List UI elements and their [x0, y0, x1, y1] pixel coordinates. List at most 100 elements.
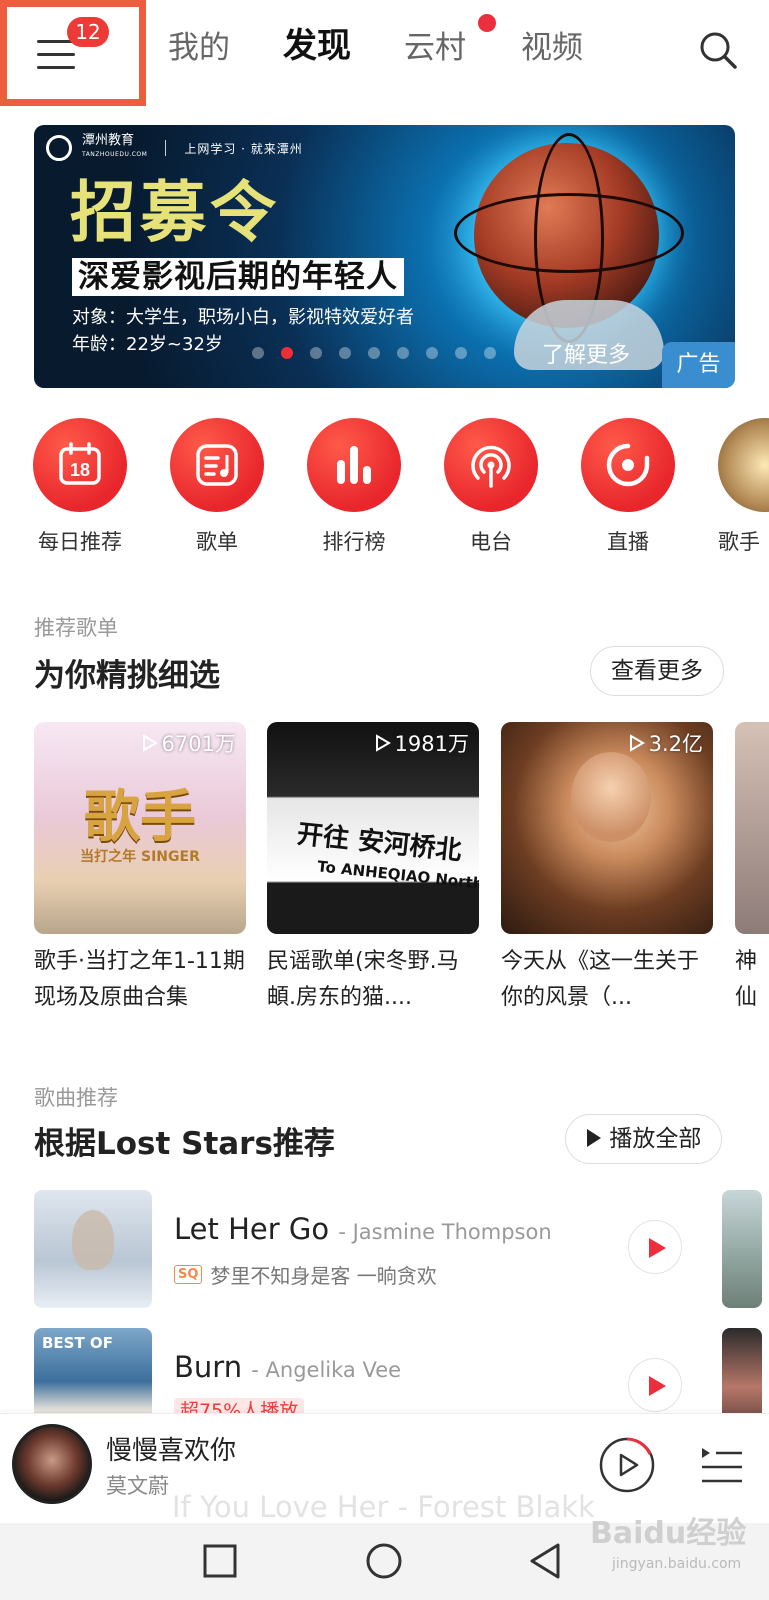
quick-singer[interactable]: 歌手	[710, 418, 769, 556]
next-song-cover	[722, 1190, 762, 1308]
live-icon	[606, 443, 650, 487]
carousel-dot[interactable]	[426, 347, 438, 359]
playlist-card[interactable]: 歌手 当打之年 SINGER 6701万 歌手·当打之年1-11期现场及原曲合集	[34, 722, 246, 1016]
song-play-button[interactable]	[628, 1220, 682, 1274]
song-row[interactable]: Let Her Go - Jasmine Thompson SQ 梦里不知身是客…	[34, 1190, 769, 1310]
carousel-dot-active[interactable]	[281, 347, 293, 359]
play-icon	[587, 1129, 601, 1147]
quick-label: 歌手	[718, 530, 760, 554]
banner-age-line: 年龄：22岁~32岁	[72, 334, 223, 355]
cover-subtitle-art: 当打之年 SINGER	[80, 849, 200, 865]
song-title: Let Her Go - Jasmine Thompson	[174, 1212, 552, 1246]
now-playing-artist: 莫文蔚	[106, 1474, 169, 1498]
tab-cloud-village[interactable]: 云村	[404, 26, 466, 70]
quick-live[interactable]: 直播	[573, 418, 683, 556]
tab-video[interactable]: 视频	[521, 26, 583, 70]
song-cover	[34, 1190, 152, 1308]
view-more-button[interactable]: 查看更多	[590, 646, 724, 696]
play-icon	[649, 1376, 666, 1396]
carousel-dot[interactable]	[252, 347, 264, 359]
quick-radio[interactable]: 电台	[436, 418, 546, 556]
quick-label: 每日推荐	[38, 530, 122, 554]
carousel-dot[interactable]	[310, 347, 322, 359]
section-title: 根据Lost Stars推荐	[34, 1126, 335, 1162]
search-icon[interactable]	[698, 30, 738, 70]
playlist-cover	[735, 722, 769, 934]
quick-entry-row: 18 每日推荐 歌单 排行榜 电台 直播 歌手	[0, 418, 769, 558]
tab-mine[interactable]: 我的	[168, 26, 230, 70]
quick-charts[interactable]: 排行榜	[299, 418, 409, 556]
top-nav: 12 我的 发现 云村 视频	[0, 0, 769, 106]
playlist-card[interactable]: 神仙的翻	[735, 722, 769, 1016]
song-artist: - Angelika Vee	[251, 1358, 402, 1382]
playlist-card[interactable]: 3.2亿 今天从《这一生关于你的风景（...	[501, 722, 713, 1016]
playlist-title: 神仙的翻	[735, 949, 758, 1010]
play-icon	[649, 1238, 666, 1258]
carousel-dots[interactable]	[252, 347, 496, 359]
playlist-icon	[196, 444, 238, 486]
song-play-button[interactable]	[628, 1358, 682, 1412]
section-eyebrow: 推荐歌单	[34, 616, 118, 640]
singer-photo	[718, 418, 769, 512]
carousel-dot[interactable]	[455, 347, 467, 359]
banner-title: 招募令	[70, 174, 280, 251]
play-count-icon	[142, 734, 158, 752]
carousel-dot[interactable]	[484, 347, 496, 359]
quick-label: 排行榜	[322, 530, 386, 554]
play-count: 6701万	[142, 728, 236, 758]
now-playing-cover[interactable]	[12, 1424, 92, 1504]
unread-dot	[478, 14, 496, 32]
quick-daily-recommend[interactable]: 18 每日推荐	[25, 418, 135, 556]
quick-label: 直播	[607, 530, 649, 554]
home-icon[interactable]	[364, 1541, 404, 1581]
playlist-queue-icon[interactable]	[700, 1444, 744, 1488]
playlist-cover: 开往 安河桥北 To ANHEQIAO North 1981万	[267, 722, 479, 934]
radio-icon	[471, 445, 511, 488]
playlist-cover: 歌手 当打之年 SINGER 6701万	[34, 722, 246, 934]
playlist-title: 今天从《这一生关于你的风景（...	[501, 949, 700, 1010]
banner-subtitle: 深爱影视后期的年轻人	[72, 258, 404, 296]
menu-highlight-box[interactable]: 12	[0, 0, 146, 106]
playlist-card[interactable]: 开往 安河桥北 To ANHEQIAO North 1981万 民谣歌单(宋冬野…	[267, 722, 479, 1016]
play-all-button[interactable]: 播放全部	[565, 1114, 723, 1164]
baidu-watermark: Baidu经验	[590, 1516, 747, 1551]
carousel-dot[interactable]	[397, 347, 409, 359]
learn-more-link[interactable]: 了解更多	[542, 341, 630, 371]
brand-name: 潭州教育	[82, 133, 135, 148]
sq-quality-badge: SQ	[174, 1265, 203, 1284]
quick-label: 电台	[470, 530, 512, 554]
notification-badge: 12	[67, 17, 109, 47]
banner-brand: 潭州教育 TANZHOUEDU.COM 上网学习 · 就来潭州	[46, 133, 303, 163]
play-count: 3.2亿	[629, 728, 703, 758]
calendar-icon: 18	[59, 442, 101, 485]
banner-target-line: 对象：大学生，职场小白，影视特效爱好者	[72, 307, 414, 328]
calendar-date-number: 18	[70, 460, 90, 480]
ad-label: 广告	[662, 342, 735, 388]
tab-discover[interactable]: 发现	[283, 24, 351, 68]
song-title: Burn - Angelika Vee	[174, 1350, 402, 1384]
recent-apps-icon[interactable]	[200, 1541, 240, 1581]
back-icon[interactable]	[526, 1541, 566, 1581]
brand-logo-icon	[46, 135, 72, 161]
section-title: 为你精挑细选	[34, 658, 220, 694]
play-count-icon	[375, 734, 391, 752]
portrait-face	[571, 752, 651, 842]
quick-label: 歌单	[196, 530, 238, 554]
carousel-dot[interactable]	[339, 347, 351, 359]
play-count: 1981万	[375, 728, 469, 758]
quick-playlist[interactable]: 歌单	[162, 418, 272, 556]
chart-icon	[337, 446, 371, 484]
now-playing-title: 慢慢喜欢你	[106, 1436, 237, 1466]
promo-banner[interactable]: 潭州教育 TANZHOUEDU.COM 上网学习 · 就来潭州 招募令 深爱影视…	[34, 125, 735, 388]
ghost-next-song: If You Love Her - Forest Blakk	[172, 1490, 595, 1524]
brand-divider	[165, 140, 167, 156]
playlist-title: 歌手·当打之年1-11期现场及原曲合集	[34, 949, 245, 1010]
baidu-watermark-url: jingyan.baidu.com	[612, 1556, 742, 1572]
cover-title-art: BEST OF	[42, 1334, 113, 1352]
song-subtitle: 梦里不知身是客 一晌贪欢	[210, 1264, 437, 1288]
carousel-dot[interactable]	[368, 347, 380, 359]
cover-title-art: 歌手	[84, 785, 196, 850]
brand-slogan: 上网学习 · 就来潭州	[184, 141, 303, 156]
playlist-cover: 3.2亿	[501, 722, 713, 934]
play-pause-icon[interactable]	[598, 1436, 656, 1494]
